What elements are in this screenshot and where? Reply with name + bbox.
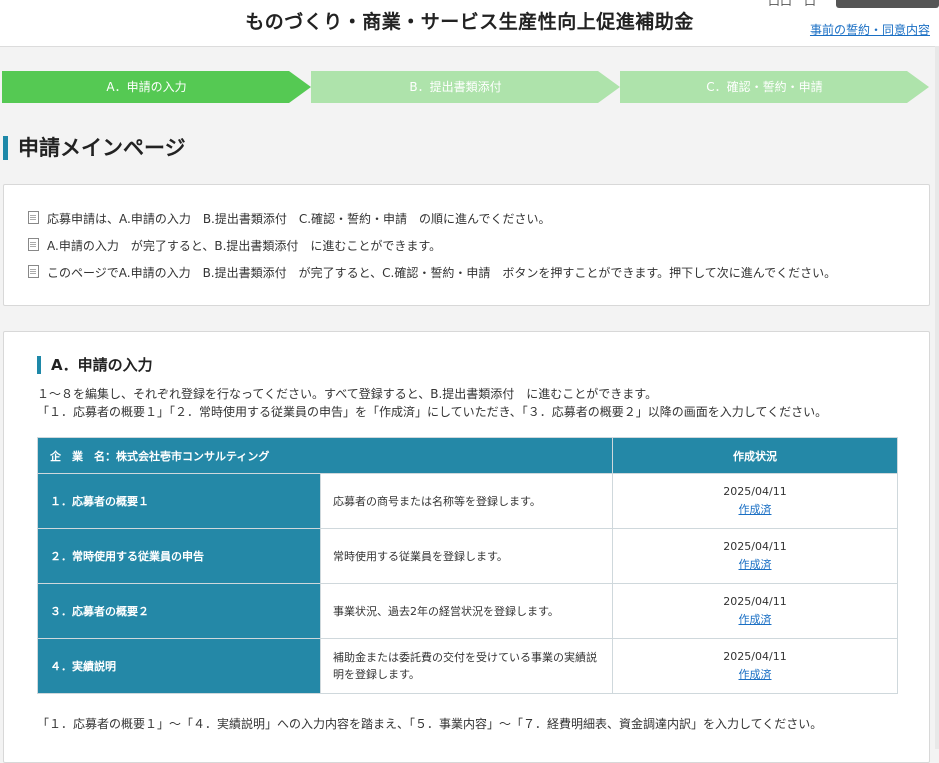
row-status: 2025/04/11 作成済 [612, 583, 898, 639]
table-row: ２．常時使用する従業員の申告 常時使用する従業員を登録します。 2025/04/… [37, 528, 898, 584]
row-item-performance-description[interactable]: ４．実績説明 [37, 638, 321, 694]
info-box: 応募申請は、A.申請の入力 B.提出書類添付 C.確認・誓約・申請 の順に進んで… [3, 184, 930, 306]
row-description: 事業状況、過去2年の経営状況を登録します。 [320, 583, 613, 639]
info-line: このページでA.申請の入力 B.提出書類添付 が完了すると、C.確認・誓約・申請… [28, 265, 836, 281]
header-bar: 口口 口 ものづくり・商業・サービス生産性向上促進補助金 事前の誓約・同意内容 [0, 0, 939, 47]
application-input-section: A．申請の入力 １～８を編集し、それぞれ登録を行なってください。すべて登録すると… [3, 331, 930, 763]
info-line: A.申請の入力 が完了すると、B.提出書類添付 に進むことができます。 [28, 238, 441, 254]
row-item-applicant-overview-2[interactable]: ３．応募者の概要２ [37, 583, 321, 639]
row-date: 2025/04/11 [723, 540, 787, 553]
row-item-applicant-overview-1[interactable]: １．応募者の概要１ [37, 473, 321, 529]
section-description: 「１．応募者の概要１」「２．常時使用する従業員の申告」を「作成済」にしていただき… [37, 405, 828, 419]
step-b-attach[interactable]: B．提出書類添付 [311, 71, 620, 103]
page-title: 申請メインページ [3, 136, 186, 160]
row-item-employee-declaration[interactable]: ２．常時使用する従業員の申告 [37, 528, 321, 584]
step-c-confirm[interactable]: C．確認・誓約・申請 [620, 71, 929, 103]
step-progress: A．申請の入力 B．提出書類添付 C．確認・誓約・申請 [2, 71, 939, 103]
row-status: 2025/04/11 作成済 [612, 638, 898, 694]
info-text: 応募申請は、A.申請の入力 B.提出書類添付 C.確認・誓約・申請 の順に進んで… [47, 212, 551, 226]
step-label: C．確認・誓約・申請 [706, 80, 823, 94]
info-text: このページでA.申請の入力 B.提出書類添付 が完了すると、C.確認・誓約・申請… [47, 266, 837, 280]
status-column-header: 作成状況 [612, 437, 898, 474]
row-date: 2025/04/11 [723, 595, 787, 608]
oath-consent-link[interactable]: 事前の誓約・同意内容 [810, 21, 930, 38]
step-label: B．提出書類添付 [409, 80, 502, 94]
row-status: 2025/04/11 作成済 [612, 528, 898, 584]
status-link[interactable]: 作成済 [739, 503, 772, 516]
row-date: 2025/04/11 [723, 485, 787, 498]
document-icon [28, 211, 39, 224]
document-icon [28, 238, 39, 251]
status-link[interactable]: 作成済 [739, 558, 772, 571]
footer-note: 「１．応募者の概要１」～「４．実績説明」への入力内容を踏まえ、「５．事業内容」～… [37, 717, 823, 731]
section-description: １～８を編集し、それぞれ登録を行なってください。すべて登録すると、B.提出書類添… [37, 387, 658, 401]
status-link[interactable]: 作成済 [739, 613, 772, 626]
page-scrollbar[interactable] [935, 46, 939, 749]
company-name-header: 企 業 名：株式会社壱市コンサルティング [37, 437, 613, 474]
row-date: 2025/04/11 [723, 650, 787, 663]
step-a-input[interactable]: A．申請の入力 [2, 71, 311, 103]
row-description: 応募者の商号または名称等を登録します。 [320, 473, 613, 529]
status-link[interactable]: 作成済 [739, 668, 772, 681]
section-title: A．申請の入力 [37, 356, 153, 374]
row-status: 2025/04/11 作成済 [612, 473, 898, 529]
table-row: ３．応募者の概要２ 事業状況、過去2年の経営状況を登録します。 2025/04/… [37, 583, 898, 639]
row-description: 補助金または委託費の交付を受けている事業の実績説明を登録します。 [320, 638, 613, 694]
document-icon [28, 265, 39, 278]
page-header-title: ものづくり・商業・サービス生産性向上促進補助金 [245, 11, 694, 33]
info-line: 応募申請は、A.申請の入力 B.提出書類添付 C.確認・誓約・申請 の順に進んで… [28, 211, 550, 227]
table-row: ４．実績説明 補助金または委託費の交付を受けている事業の実績説明を登録します。 … [37, 638, 898, 694]
application-table: 企 業 名：株式会社壱市コンサルティング 作成状況 １．応募者の概要１ 応募者の… [37, 437, 898, 694]
table-row: １．応募者の概要１ 応募者の商号または名称等を登録します。 2025/04/11… [37, 473, 898, 529]
info-text: A.申請の入力 が完了すると、B.提出書類添付 に進むことができます。 [47, 239, 442, 253]
step-label: A．申請の入力 [106, 80, 187, 94]
table-header-row: 企 業 名：株式会社壱市コンサルティング 作成状況 [37, 437, 898, 474]
row-description: 常時使用する従業員を登録します。 [320, 528, 613, 584]
